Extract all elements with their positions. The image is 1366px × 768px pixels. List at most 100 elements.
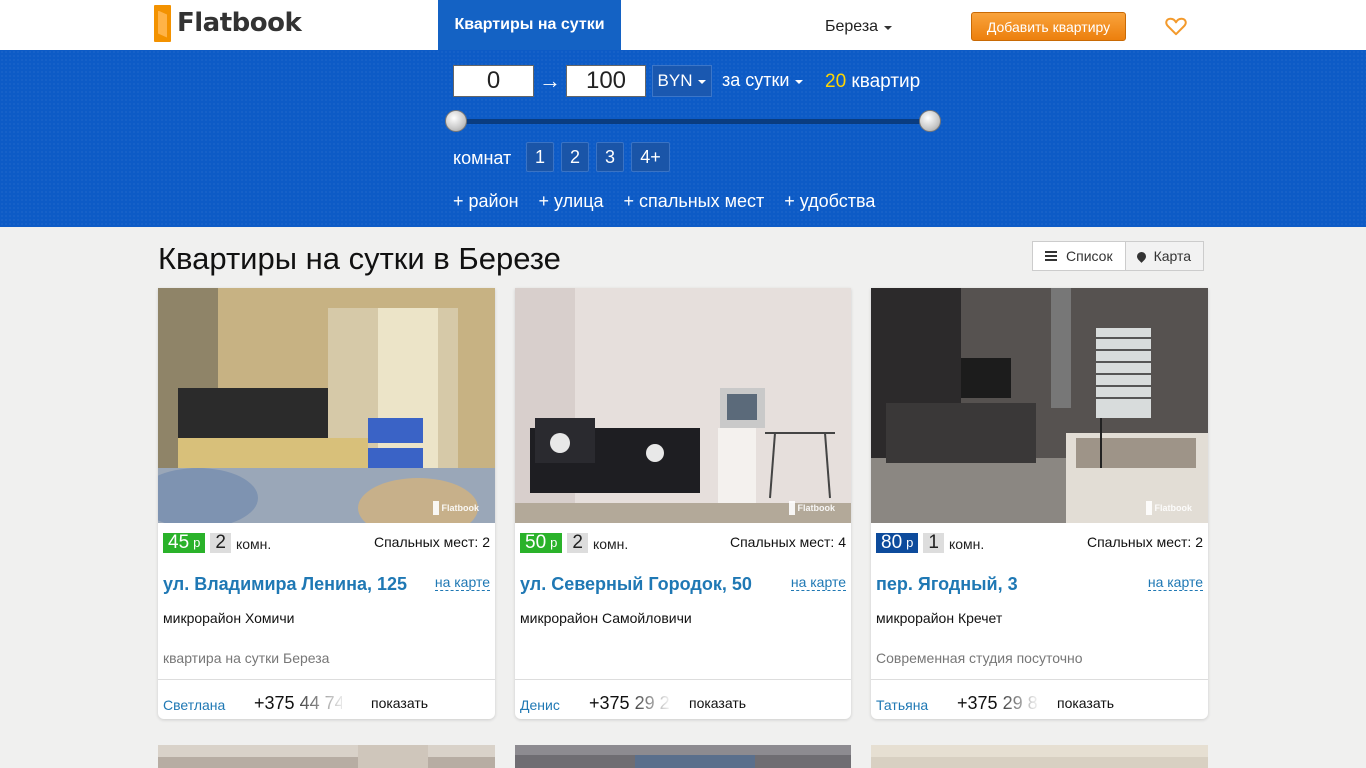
top-header: Flatbook Квартиры на сутки Береза Добави… [0, 0, 1366, 50]
price-slider-track[interactable] [456, 119, 930, 124]
logo-text: Flatbook [177, 8, 302, 38]
phone-number: +375 44 74 [254, 693, 342, 714]
listing-badges: 45 р 2 комн. [163, 533, 271, 553]
filter-amenities-link[interactable]: + удобства [784, 191, 875, 212]
currency-label: BYN [657, 71, 693, 90]
listing-contact-row: Светлана +375 44 74 показать [158, 679, 495, 719]
flatbook-logo[interactable]: Flatbook [154, 4, 302, 42]
show-on-map-link[interactable]: на карте [434, 574, 490, 591]
watermark-logo: Flatbook [789, 501, 836, 515]
show-on-map-link[interactable]: на карте [1147, 574, 1203, 591]
phone-number: +375 29 2 [589, 693, 677, 714]
price-value: 80 [881, 532, 903, 553]
rooms-badge: 1 [923, 533, 944, 553]
beds-count: Спальных мест: 2 [373, 534, 490, 550]
listing-badges: 50 р 2 комн. [520, 533, 628, 553]
results-count-label: квартир [851, 71, 921, 92]
rooms-filter-1[interactable]: 1 [526, 142, 554, 172]
owner-name-link[interactable]: Денис [520, 697, 560, 713]
view-list-button[interactable]: Список [1032, 241, 1126, 271]
listing-card[interactable]: Flatbook 45 р 2 комн. Спальных мест: 2 ул… [158, 288, 495, 719]
price-badge: 45 р [163, 533, 206, 553]
listing-card-next[interactable] [158, 745, 495, 768]
phone-number: +375 29 8 [957, 693, 1045, 714]
map-pin-icon [1134, 249, 1148, 263]
listing-card[interactable]: Flatbook 50 р 2 комн. Спальных мест: 4 ул… [515, 288, 851, 719]
price-unit: р [550, 535, 558, 550]
watermark-logo: Flatbook [1146, 501, 1193, 515]
view-map-label: Карта [1153, 248, 1192, 264]
rooms-unit: комн. [592, 536, 629, 552]
range-arrow: → [539, 68, 561, 93]
listing-photo[interactable]: Flatbook [515, 288, 851, 523]
listing-photo[interactable]: Flatbook [158, 288, 495, 523]
listing-card-next[interactable] [871, 745, 1208, 768]
phone-prefix: +375 [254, 693, 295, 713]
listing-district: микрорайон Кречет [876, 610, 1003, 626]
show-phone-button[interactable]: показать [371, 695, 428, 711]
rooms-filter-3[interactable]: 3 [596, 142, 624, 172]
listing-address-link[interactable]: ул. Владимира Ленина, 125 [163, 574, 407, 595]
price-unit: р [906, 535, 914, 550]
rooms-badge: 2 [210, 533, 231, 553]
beds-count: Спальных мест: 2 [1086, 534, 1203, 550]
price-slider-min-handle[interactable] [445, 110, 467, 132]
chevron-down-icon [795, 79, 804, 84]
list-icon [1045, 251, 1057, 261]
price-badge: 80 р [876, 532, 919, 553]
page-title: Квартиры на сутки в Березе [158, 241, 561, 276]
phone-hidden-part: 44 74 [300, 693, 342, 713]
rooms-filter-2[interactable]: 2 [561, 142, 589, 172]
phone-hidden-part: 29 2 [634, 693, 670, 713]
price-slider-max-handle[interactable] [919, 110, 941, 132]
listing-description: Современная студия посуточно [876, 650, 1083, 666]
listing-badges: 80 р 1 комн. [876, 533, 984, 553]
show-phone-button[interactable]: показать [689, 695, 746, 711]
view-toggle: Список Карта [1032, 241, 1205, 271]
favorites-heart-icon[interactable] [1165, 16, 1187, 36]
currency-select[interactable]: BYN [652, 65, 712, 97]
phone-hidden-part: 29 8 [1002, 693, 1038, 713]
view-map-button[interactable]: Карта [1125, 241, 1205, 271]
listing-description: квартира на сутки Береза [163, 650, 330, 666]
watermark-logo: Flatbook [433, 501, 480, 515]
beds-count: Спальных мест: 4 [729, 534, 846, 550]
filter-beds-link[interactable]: + спальных мест [624, 191, 765, 212]
rooms-unit: комн. [948, 536, 985, 552]
rooms-badge: 2 [567, 533, 588, 553]
filter-district-link[interactable]: + район [453, 191, 519, 212]
price-min-input[interactable]: 0 [453, 65, 534, 97]
door-logo-icon [154, 4, 171, 42]
listing-photo[interactable]: Flatbook [871, 288, 1208, 523]
view-list-label: Список [1066, 248, 1113, 264]
rooms-filter-label: комнат [453, 148, 512, 168]
city-selector[interactable]: Береза [825, 18, 893, 36]
nav-tab-daily-apartments[interactable]: Квартиры на сутки [438, 0, 621, 50]
listing-card[interactable]: Flatbook 80 р 1 комн. Спальных мест: 2 пе… [871, 288, 1208, 719]
listing-card-next[interactable] [515, 745, 851, 768]
add-apartment-button[interactable]: Добавить квартиру [971, 12, 1126, 41]
listing-address-link[interactable]: ул. Северный Городок, 50 [520, 574, 752, 595]
owner-name-link[interactable]: Татьяна [876, 697, 928, 713]
phone-prefix: +375 [589, 693, 630, 713]
city-label: Береза [825, 18, 879, 35]
listing-contact-row: Татьяна +375 29 8 показать [871, 679, 1208, 719]
period-select[interactable]: за сутки [722, 70, 804, 91]
chevron-down-icon [884, 26, 893, 30]
listing-address-link[interactable]: пер. Ягодный, 3 [876, 574, 1018, 595]
owner-name-link[interactable]: Светлана [163, 697, 225, 713]
price-unit: р [193, 535, 201, 550]
period-label: за сутки [722, 70, 790, 90]
filter-street-link[interactable]: + улица [539, 191, 604, 212]
show-on-map-link[interactable]: на карте [790, 574, 846, 591]
extra-filters: + район + улица + спальных мест + удобст… [453, 191, 875, 212]
listing-contact-row: Денис +375 29 2 показать [515, 679, 851, 719]
rooms-unit: комн. [235, 536, 272, 552]
listing-district: микрорайон Хомичи [163, 610, 295, 626]
price-value: 50 [525, 532, 547, 553]
price-max-input[interactable]: 100 [566, 65, 646, 97]
rooms-filter-4plus[interactable]: 4+ [631, 142, 670, 172]
phone-prefix: +375 [957, 693, 998, 713]
show-phone-button[interactable]: показать [1057, 695, 1114, 711]
results-count: 20 квартир [825, 71, 920, 93]
